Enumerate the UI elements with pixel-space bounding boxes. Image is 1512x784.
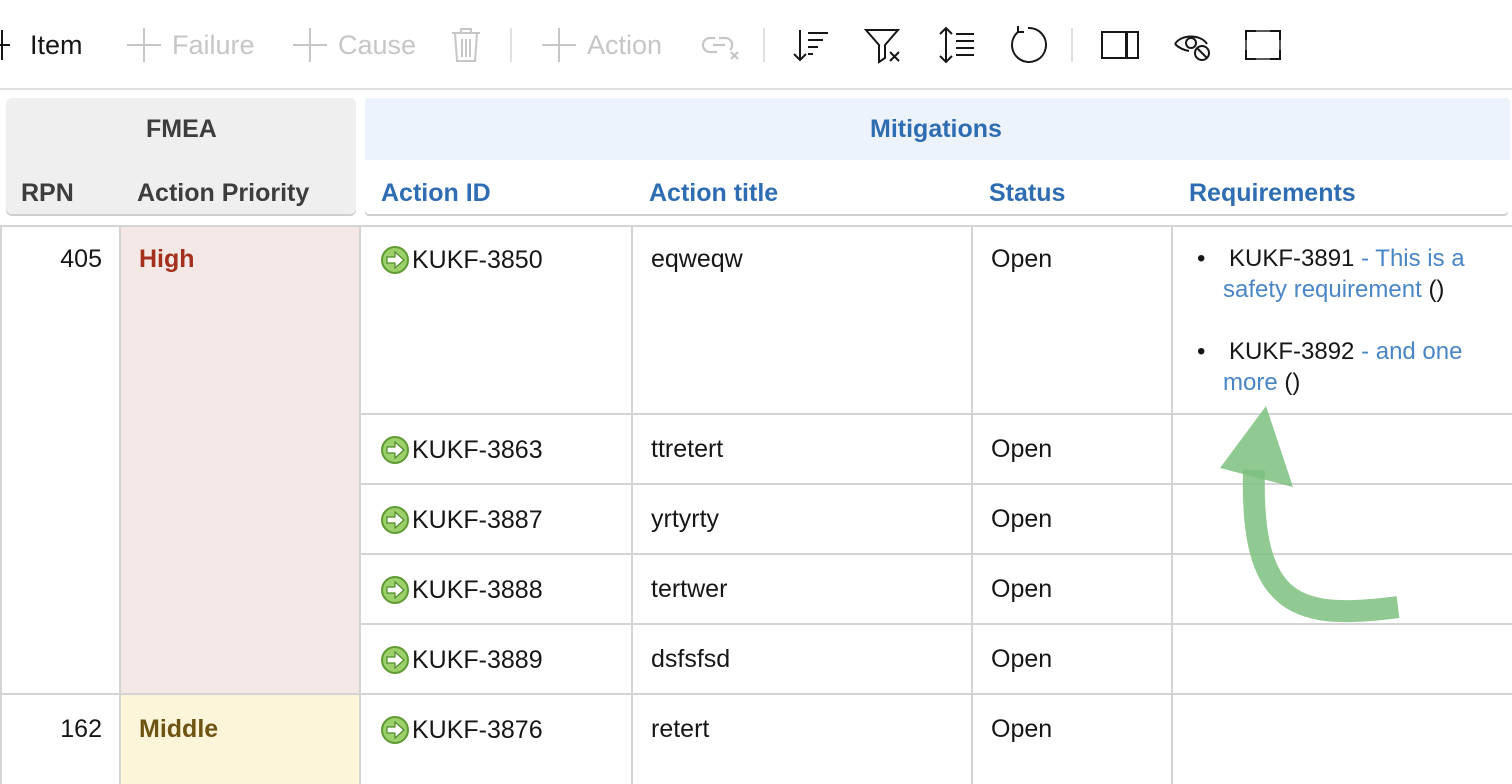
clear-filter-button[interactable] xyxy=(864,22,904,68)
column-divider xyxy=(631,226,633,784)
plus-icon xyxy=(0,30,10,60)
action-title: retert xyxy=(651,715,710,743)
hide-button[interactable] xyxy=(1173,22,1213,68)
action-priority-value: Middle xyxy=(139,715,219,743)
requirements-list: • KUKF-3891 - This is a safety requireme… xyxy=(1197,243,1503,429)
column-divider xyxy=(359,226,361,784)
action-status: Open xyxy=(991,715,1053,743)
requirements-column-header[interactable]: Requirements xyxy=(1189,179,1356,208)
action-priority-value: High xyxy=(139,245,195,273)
action-id-link[interactable]: KUKF-3850 xyxy=(380,245,543,275)
requirement-item: • KUKF-3892 - and one more () xyxy=(1197,338,1463,398)
toolbar-divider xyxy=(1071,28,1073,62)
add-cause-button[interactable]: Cause xyxy=(292,22,416,68)
requirement-id[interactable]: KUKF-3892 xyxy=(1229,338,1354,365)
action-status: Open xyxy=(991,645,1053,673)
action-arrow-icon xyxy=(381,576,409,604)
add-action-label: Action xyxy=(587,29,663,60)
action-arrow-icon xyxy=(381,716,409,744)
add-cause-label: Cause xyxy=(338,29,417,60)
action-arrow-icon xyxy=(381,506,409,534)
action-id-text: KUKF-3850 xyxy=(412,245,543,274)
add-failure-label: Failure xyxy=(172,29,255,60)
toolbar-divider xyxy=(510,28,512,62)
row-divider xyxy=(360,483,1512,485)
requirement-item: • KUKF-3891 - This is a safety requireme… xyxy=(1197,245,1465,305)
refresh-icon xyxy=(1011,26,1047,63)
row-height-icon xyxy=(939,26,974,64)
column-divider xyxy=(971,226,973,784)
action-id-link[interactable]: KUKF-3888 xyxy=(380,575,543,605)
action-id-link[interactable]: KUKF-3887 xyxy=(380,505,543,535)
column-divider xyxy=(0,226,2,784)
requirement-title-link[interactable]: - This is a xyxy=(1361,245,1465,272)
row-divider xyxy=(360,623,1512,625)
action-title: eqweqw xyxy=(651,245,743,273)
add-item-button[interactable]: Item xyxy=(0,22,83,68)
requirement-title-link[interactable]: safety requirement xyxy=(1223,274,1422,305)
column-divider xyxy=(1171,226,1173,784)
unlink-button[interactable] xyxy=(701,22,741,68)
refresh-button[interactable] xyxy=(1008,22,1048,68)
priority-cell-high xyxy=(120,226,360,694)
action-id-text: KUKF-3876 xyxy=(412,715,543,744)
requirement-title-link[interactable]: - and one xyxy=(1361,338,1462,365)
action-status: Open xyxy=(991,505,1053,533)
action-title: ttretert xyxy=(651,435,724,463)
action-title: dsfsfsd xyxy=(651,645,731,673)
row-height-button[interactable] xyxy=(938,22,976,68)
action-id-text: KUKF-3889 xyxy=(412,645,543,674)
action-title: tertwer xyxy=(651,575,728,603)
requirement-suffix: () xyxy=(1284,369,1301,396)
add-failure-button[interactable]: Failure xyxy=(126,22,255,68)
action-arrow-icon xyxy=(381,646,409,674)
action-priority-column-header[interactable]: Action Priority xyxy=(137,179,309,208)
action-id-text: KUKF-3887 xyxy=(412,505,543,534)
rpn-column-header[interactable]: RPN xyxy=(21,179,74,208)
rpn-value: 405 xyxy=(60,245,102,273)
status-column-header[interactable]: Status xyxy=(989,179,1065,208)
filter-clear-icon xyxy=(864,29,901,64)
action-arrow-icon xyxy=(381,436,409,464)
action-id-text: KUKF-3888 xyxy=(412,575,543,604)
column-divider xyxy=(119,226,121,784)
add-item-label: Item xyxy=(30,29,83,60)
sort-button[interactable] xyxy=(792,22,830,68)
sort-icon xyxy=(793,30,828,62)
action-arrow-icon xyxy=(381,246,409,274)
fullscreen-icon xyxy=(1245,30,1281,60)
fullscreen-button[interactable] xyxy=(1245,22,1281,68)
action-id-link[interactable]: KUKF-3863 xyxy=(380,435,543,465)
action-status: Open xyxy=(991,435,1053,463)
action-id-link[interactable]: KUKF-3876 xyxy=(380,715,543,745)
fmea-group-title: FMEA xyxy=(146,115,217,143)
plus-icon xyxy=(542,28,576,62)
trash-icon xyxy=(452,28,480,62)
toolbar-divider xyxy=(763,28,765,62)
action-id-column-header[interactable]: Action ID xyxy=(381,179,491,208)
eye-hide-icon xyxy=(1174,35,1210,61)
add-action-button[interactable]: Action xyxy=(541,22,662,68)
action-status: Open xyxy=(991,575,1053,603)
row-divider xyxy=(0,693,1512,695)
row-divider xyxy=(360,553,1512,555)
mitigations-group-title: Mitigations xyxy=(870,115,1002,143)
plus-icon xyxy=(293,28,327,62)
action-status: Open xyxy=(991,245,1053,273)
action-id-link[interactable]: KUKF-3889 xyxy=(380,645,543,675)
delete-button[interactable] xyxy=(450,22,482,68)
requirement-suffix: () xyxy=(1428,276,1445,303)
requirement-title-link[interactable]: more xyxy=(1223,367,1278,398)
row-divider xyxy=(0,225,1512,227)
action-id-text: KUKF-3863 xyxy=(412,435,543,464)
plus-icon xyxy=(127,28,161,62)
toolbar: Item Failure Cause Action xyxy=(0,0,1512,90)
requirement-id[interactable]: KUKF-3891 xyxy=(1229,245,1354,272)
action-title-column-header[interactable]: Action title xyxy=(649,179,778,208)
unlink-icon xyxy=(701,36,739,60)
rpn-value: 162 xyxy=(60,715,102,743)
split-view-icon xyxy=(1101,31,1139,59)
split-view-button[interactable] xyxy=(1101,22,1139,68)
action-title: yrtyrty xyxy=(651,505,720,533)
